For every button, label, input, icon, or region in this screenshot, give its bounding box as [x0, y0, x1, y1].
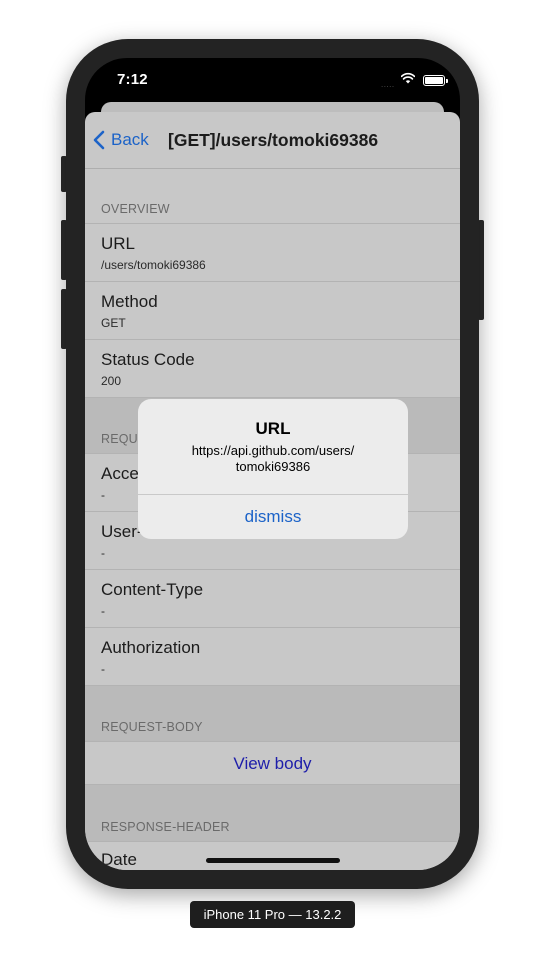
- list-item-content-type[interactable]: Content-Type -: [85, 569, 460, 627]
- cell-value: -: [101, 546, 105, 560]
- section-header-overview: OVERVIEW: [85, 169, 460, 223]
- cell-value: 200: [101, 374, 122, 388]
- cell-title: Acce: [101, 464, 139, 483]
- simulator-stage: 7:12 ..... Back [GET]/users/tomoki69386: [0, 0, 545, 964]
- wifi-icon: [401, 72, 415, 84]
- cell-title: Status Code: [101, 350, 195, 369]
- list-item-url[interactable]: URL /users/tomoki69386: [85, 223, 460, 281]
- cell-title: Method: [101, 292, 158, 311]
- alert-message: https://api.github.com/users/ tomoki6938…: [158, 443, 388, 475]
- chevron-left-icon: [93, 130, 105, 150]
- section-header-request-body: REQUEST-BODY: [85, 686, 460, 741]
- view-body-button[interactable]: View body: [85, 741, 460, 785]
- cell-value: -: [101, 662, 105, 676]
- alert-message-line: https://api.github.com/users/: [191, 443, 355, 458]
- list-item-authorization[interactable]: Authorization -: [85, 627, 460, 685]
- cell-value: -: [101, 488, 105, 502]
- cell-title: User-: [101, 522, 143, 541]
- list-item-status-code[interactable]: Status Code 200: [85, 339, 460, 397]
- back-button[interactable]: Back: [93, 130, 149, 150]
- cell-title: Authorization: [101, 638, 201, 657]
- back-button-label: Back: [111, 130, 149, 149]
- cell-title: Date: [101, 850, 137, 869]
- section-header-label: REQUEST-BODY: [101, 720, 203, 734]
- section-header-label: REQU: [101, 432, 138, 446]
- battery-icon: [423, 75, 448, 86]
- section-header-label: RESPONSE-HEADER: [101, 820, 230, 834]
- cell-value: /users/tomoki69386: [101, 258, 206, 272]
- navigation-bar: Back [GET]/users/tomoki69386: [85, 112, 460, 169]
- section-header-response-header: RESPONSE-HEADER: [85, 785, 460, 841]
- list-item-date[interactable]: Date: [85, 841, 460, 870]
- view-body-label: View body: [233, 754, 312, 773]
- cell-value: -: [101, 604, 105, 618]
- cell-title: URL: [101, 234, 136, 253]
- notch: [169, 58, 377, 88]
- cell-title: Content-Type: [101, 580, 204, 599]
- section-header-label: OVERVIEW: [101, 202, 170, 216]
- home-indicator[interactable]: [206, 858, 340, 863]
- status-bar: 7:12 .....: [85, 58, 460, 102]
- status-time: 7:12: [117, 71, 148, 88]
- signal-icon: .....: [381, 80, 395, 89]
- page-title: [GET]/users/tomoki69386: [168, 130, 379, 150]
- cell-value: GET: [101, 316, 126, 330]
- alert-title: URL: [255, 419, 291, 438]
- dismiss-button[interactable]: dismiss: [138, 495, 408, 539]
- alert-dialog: URL https://api.github.com/users/ tomoki…: [138, 399, 408, 539]
- device-label: iPhone 11 Pro — 13.2.2: [190, 901, 355, 928]
- alert-message-line: tomoki69386: [235, 459, 311, 474]
- list-item-method[interactable]: Method GET: [85, 281, 460, 339]
